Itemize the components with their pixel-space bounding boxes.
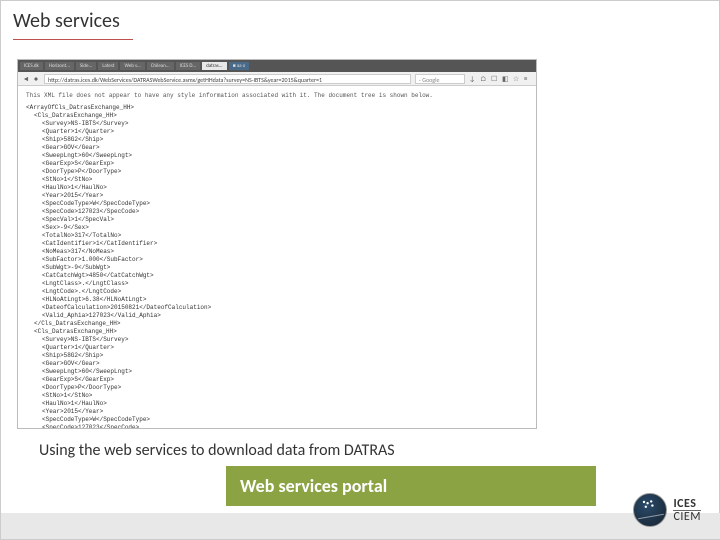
star-icon[interactable]: ☆	[513, 75, 521, 83]
footer-bar	[1, 513, 720, 539]
xml-line: <LngtClass>.</LngtClass>	[42, 280, 528, 288]
ices-logo: ICES CIEM	[633, 493, 701, 527]
xml-line: <DateofCalculation>20150821</DateofCalcu…	[42, 304, 528, 312]
xml-line: <GearExp>S</GearExp>	[42, 376, 528, 384]
xml-line: <Year>2015</Year>	[42, 192, 528, 200]
xml-line: <SpecCodeType>W</SpecCodeType>	[42, 200, 528, 208]
tab-item[interactable]: ICES D...	[176, 62, 201, 70]
back-icon[interactable]: ◄	[22, 75, 30, 83]
xml-line: <SweepLngt>60</SweepLngt>	[42, 152, 528, 160]
xml-line: <SpecCode>127023</SpecCode>	[42, 424, 528, 429]
xml-line: <Cls_DatrasExchange_HH>	[34, 328, 528, 336]
download-icon[interactable]: ↓	[469, 75, 477, 83]
xml-line: <HLNoAtLngt>6.38</HLNoAtLngt>	[42, 296, 528, 304]
banner: Web services portal	[226, 466, 596, 506]
xml-line: <SpecCodeType>W</SpecCodeType>	[42, 416, 528, 424]
xml-line: <StNo>1</StNo>	[42, 176, 528, 184]
tab-strip: ICES.dk Horizont... Side... Latest Web s…	[18, 60, 536, 72]
xml-line: <SubFactor>1.000</SubFactor>	[42, 256, 528, 264]
xml-line: <SubWgt>-9</SubWgt>	[42, 264, 528, 272]
xml-line: <HaulNo>1</HaulNo>	[42, 400, 528, 408]
title-underline	[13, 39, 133, 40]
xml-line: <CatCatchWgt>4850</CatCatchWgt>	[42, 272, 528, 280]
xml-line: <SpecVal>1</SpecVal>	[42, 216, 528, 224]
xml-line: <Quarter>1</Quarter>	[42, 344, 528, 352]
xml-line: <Survey>NS-IBTS</Survey>	[42, 120, 528, 128]
xml-line: <Year>2015</Year>	[42, 408, 528, 416]
xml-line: <TotalNo>317</TotalNo>	[42, 232, 528, 240]
xml-line: <DoorType>P</DoorType>	[42, 384, 528, 392]
logo-line1: ICES	[673, 498, 701, 510]
search-input[interactable]: - Google	[415, 74, 465, 84]
tab-item[interactable]: Side...	[76, 62, 96, 70]
browser-window: ICES.dk Horizont... Side... Latest Web s…	[17, 59, 537, 429]
xml-line: <Sex>-9</Sex>	[42, 224, 528, 232]
xml-line: <LngtCode>.</LngtCode>	[42, 288, 528, 296]
xml-line: <HaulNo>1</HaulNo>	[42, 184, 528, 192]
globe-icon: ●	[32, 75, 40, 83]
xml-line: <DoorType>P</DoorType>	[42, 168, 528, 176]
home-icon[interactable]: ⌂	[480, 75, 488, 83]
xml-line: <Gear>GOV</Gear>	[42, 144, 528, 152]
tab-item[interactable]: ICES.dk	[20, 62, 43, 70]
url-bar: ◄ ● http://datras.ices.dk/WebServices/DA…	[18, 72, 536, 86]
xml-line: <Cls_DatrasExchange_HH>	[34, 112, 528, 120]
xml-line: <Ship>58G2</Ship>	[42, 352, 528, 360]
feed-icon[interactable]: ◧	[502, 75, 510, 83]
xml-line: <Quarter>1</Quarter>	[42, 128, 528, 136]
menu-icon[interactable]: ≡	[524, 75, 532, 83]
xml-line: <CatIdentifier>1</CatIdentifier>	[42, 240, 528, 248]
banner-text: Web services portal	[240, 475, 387, 497]
address-input[interactable]: http://datras.ices.dk/WebServices/DATRAS…	[44, 74, 411, 84]
tab-item[interactable]: Horizont...	[45, 62, 74, 70]
logo-text: ICES CIEM	[673, 498, 701, 523]
xml-body: This XML file does not appear to have an…	[18, 86, 536, 429]
logo-globe-icon	[633, 493, 667, 527]
bookmark-icon[interactable]: ☐	[491, 75, 499, 83]
xml-line: <Survey>NS-IBTS</Survey>	[42, 336, 528, 344]
tab-item[interactable]: Chilean...	[147, 62, 174, 70]
xml-line: <GearExp>S</GearExp>	[42, 160, 528, 168]
xml-line: <SweepLngt>60</SweepLngt>	[42, 368, 528, 376]
xml-line: </Cls_DatrasExchange_HH>	[34, 320, 528, 328]
tab-addon[interactable]: ■ aa o	[229, 62, 250, 70]
tab-item[interactable]: Web s...	[120, 62, 144, 70]
tab-item[interactable]: Latest	[98, 62, 118, 70]
xml-line: <Valid_Aphia>127023</Valid_Aphia>	[42, 312, 528, 320]
xml-line: <NoMeas>317</NoMeas>	[42, 248, 528, 256]
xml-line: <ArrayOfCls_DatrasExchange_HH>	[26, 104, 528, 112]
slide-title: Web services	[13, 9, 120, 33]
caption: Using the web services to download data …	[39, 441, 395, 460]
xml-note: This XML file does not appear to have an…	[26, 92, 528, 100]
logo-line2: CIEM	[673, 510, 701, 523]
xml-line: <SpecCode>127023</SpecCode>	[42, 208, 528, 216]
tab-item-active[interactable]: datras...	[202, 62, 226, 70]
xml-line: <Gear>GOV</Gear>	[42, 360, 528, 368]
xml-line: <Ship>58G2</Ship>	[42, 136, 528, 144]
xml-line: <StNo>1</StNo>	[42, 392, 528, 400]
